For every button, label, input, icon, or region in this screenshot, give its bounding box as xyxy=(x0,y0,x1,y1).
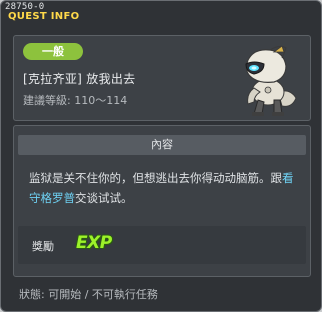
description-text: 监狱是关不住你的，但想逃出去你得动动脑筋。跟 xyxy=(29,171,282,185)
robot-npc-icon xyxy=(245,45,297,116)
quest-content-card: 內容 监狱是关不住你的，但想逃出去你得动动脑筋。跟看守格罗普交谈试试。 獎勵 E… xyxy=(13,125,311,277)
category-badge: 一般 xyxy=(23,43,83,60)
reward-label: 獎勵 xyxy=(32,240,54,253)
quest-name: [克拉齐亚] 放我出去 xyxy=(23,72,136,86)
quest-description: 监狱是关不住你的，但想逃出去你得动动脑筋。跟看守格罗普交谈试试。 xyxy=(29,168,301,208)
exp-icon: EXP xyxy=(76,233,112,253)
quest-summary-card: 一般 [克拉齐亚] 放我出去 建議等級: 110～114 xyxy=(13,35,311,121)
reward-row: 獎勵 EXP xyxy=(18,226,306,264)
level-requirement: 建議等級: 110～114 xyxy=(23,94,128,107)
quest-status: 狀態: 可開始 / 不可執行任務 xyxy=(19,288,158,301)
content-section-header: 內容 xyxy=(18,135,306,155)
description-text-end: 交谈试试。 xyxy=(75,191,133,205)
quest-info-window: 28750-0 QUEST INFO 一般 [克拉齐亚] 放我出去 建議等級: … xyxy=(0,0,322,312)
window-title: QUEST INFO xyxy=(8,11,80,22)
